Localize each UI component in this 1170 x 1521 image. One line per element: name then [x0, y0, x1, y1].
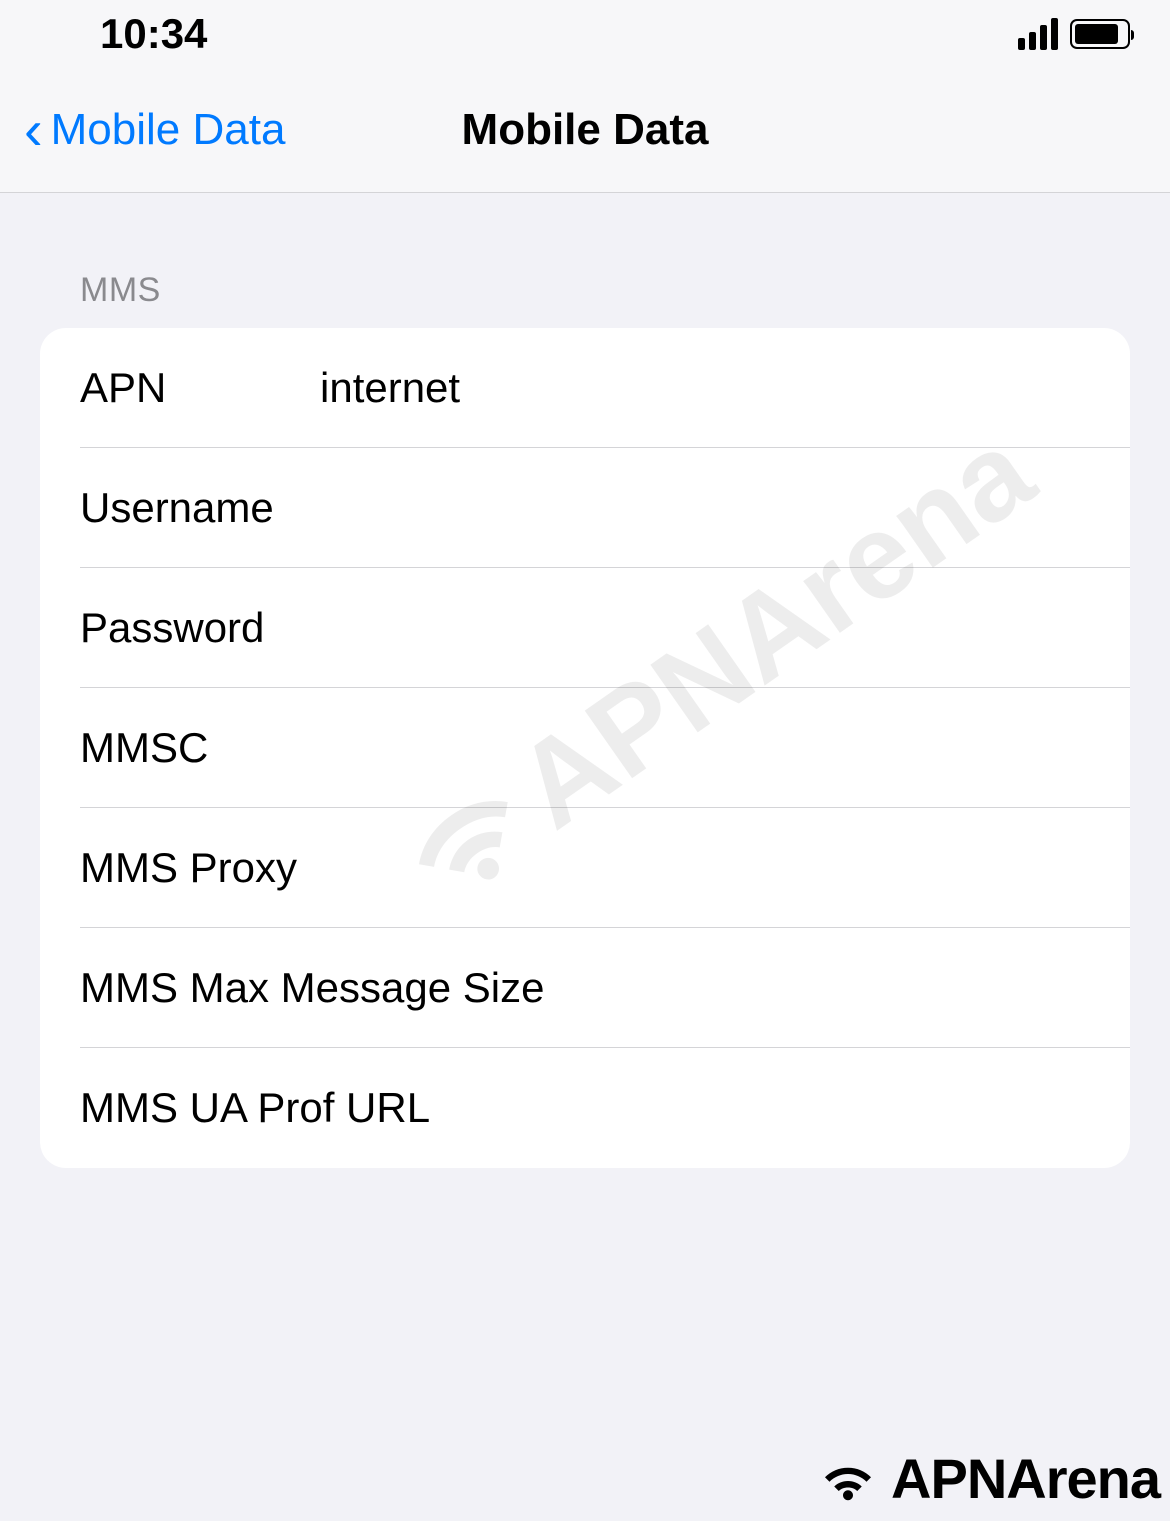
- label-apn: APN: [80, 364, 320, 412]
- status-bar: 10:34: [0, 0, 1170, 68]
- row-username[interactable]: Username: [40, 448, 1130, 568]
- row-mms-ua-prof[interactable]: MMS UA Prof URL: [40, 1048, 1130, 1168]
- status-time: 10:34: [100, 10, 207, 58]
- input-username[interactable]: [320, 484, 1130, 532]
- battery-icon: [1070, 19, 1130, 49]
- input-apn[interactable]: [320, 364, 1130, 412]
- cellular-signal-icon: [1018, 18, 1058, 50]
- back-label: Mobile Data: [51, 105, 286, 155]
- input-password[interactable]: [320, 604, 1130, 652]
- navigation-bar: ‹ Mobile Data Mobile Data: [0, 68, 1170, 193]
- row-password[interactable]: Password: [40, 568, 1130, 688]
- status-indicators: [1018, 18, 1130, 50]
- footer-brand: APNArena: [813, 1446, 1160, 1511]
- content-area: MMS APN Username Password MMSC MMS Proxy: [0, 193, 1170, 1168]
- row-mmsc[interactable]: MMSC: [40, 688, 1130, 808]
- label-mms-max-size: MMS Max Message Size: [80, 964, 930, 1012]
- label-mms-ua-prof: MMS UA Prof URL: [80, 1084, 930, 1132]
- input-mms-proxy[interactable]: [320, 844, 1130, 892]
- section-header: MMS: [0, 271, 1170, 310]
- footer-brand-text: APNArena: [891, 1446, 1160, 1511]
- chevron-left-icon: ‹: [24, 102, 43, 158]
- row-mms-proxy[interactable]: MMS Proxy: [40, 808, 1130, 928]
- label-username: Username: [80, 484, 320, 532]
- row-apn[interactable]: APN: [40, 328, 1130, 448]
- input-mms-ua-prof[interactable]: [930, 1084, 1130, 1132]
- label-mmsc: MMSC: [80, 724, 320, 772]
- page-title: Mobile Data: [462, 105, 709, 155]
- back-button[interactable]: ‹ Mobile Data: [0, 102, 285, 158]
- label-password: Password: [80, 604, 320, 652]
- settings-group-mms: APN Username Password MMSC MMS Proxy MMS…: [40, 328, 1130, 1168]
- wifi-icon: [813, 1454, 883, 1504]
- label-mms-proxy: MMS Proxy: [80, 844, 320, 892]
- input-mms-max-size[interactable]: [930, 964, 1130, 1012]
- row-mms-max-size[interactable]: MMS Max Message Size: [40, 928, 1130, 1048]
- input-mmsc[interactable]: [320, 724, 1130, 772]
